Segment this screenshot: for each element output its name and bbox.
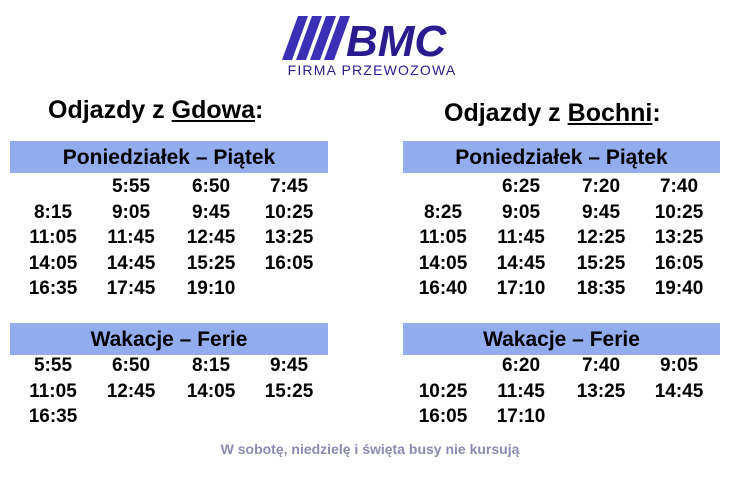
departure-time: 8:15: [33, 201, 73, 223]
departure-time: 7:20: [581, 176, 621, 197]
departure-time: 14:05: [186, 380, 236, 402]
departure-time: 15:25: [576, 252, 626, 274]
departure-time: 9:05: [659, 355, 699, 376]
departure-time: 11:05: [29, 227, 77, 248]
departure-time: 11:05: [419, 227, 467, 248]
departure-time: 16:05: [654, 252, 704, 274]
departure-time: 15:25: [186, 252, 236, 274]
departure-time: 7:40: [581, 355, 621, 376]
departure-time: 7:45: [269, 176, 309, 197]
departure-time: 6:25: [501, 176, 541, 197]
departure-time: 15:25: [264, 380, 314, 402]
company-logo: BMC FIRMA PRZEWOZOWA: [276, 14, 466, 80]
departure-time: 6:20: [501, 355, 541, 376]
departure-time: 16:35: [28, 406, 78, 427]
heading-suffix: :: [652, 99, 661, 127]
departure-time: 14:45: [496, 252, 546, 274]
departure-time: 5:55: [33, 355, 73, 376]
heading-place: Bochni: [567, 99, 653, 127]
departure-time: 9:45: [581, 201, 621, 223]
departure-time: 14:05: [28, 252, 78, 274]
departure-time: 9:05: [501, 201, 541, 223]
band-weekday-bochnia: Poniedziałek – Piątek: [403, 141, 720, 173]
band-weekday-gdow: Poniedziałek – Piątek: [10, 141, 328, 173]
departure-time: 11:45: [497, 380, 545, 402]
departure-time: 12:25: [576, 227, 626, 248]
departure-time: 17:10: [496, 406, 546, 427]
departure-time: 18:35: [576, 278, 626, 299]
departure-time: 11:45: [497, 227, 545, 248]
logo-brand-text: BMC: [346, 17, 447, 62]
departure-time: 17:45: [106, 278, 156, 299]
departure-time: 13:25: [654, 227, 704, 248]
footer-note: W sobotę, niedzielę i święta busy nie ku…: [220, 441, 520, 457]
heading-prefix: Odjazdy z: [48, 96, 172, 124]
departure-time: 17:10: [496, 278, 546, 299]
departure-time: 6:50: [111, 355, 151, 376]
departure-time: 10:25: [418, 380, 468, 402]
departure-time: 9:05: [111, 201, 151, 223]
departure-time: 19:40: [654, 278, 704, 299]
departure-time: 5:55: [111, 176, 151, 197]
departure-time: 11:45: [107, 227, 155, 248]
departure-time: 13:25: [264, 227, 314, 248]
departure-time: 14:05: [418, 252, 468, 274]
departure-time: 16:40: [418, 278, 468, 299]
band-holiday-gdow: Wakacje – Ferie: [10, 323, 328, 355]
departure-time: 14:45: [106, 252, 156, 274]
departure-time: 19:10: [186, 278, 236, 299]
heading-gdow: Odjazdy z Gdowa:: [48, 96, 263, 125]
logo-subtitle: FIRMA PRZEWOZOWA: [287, 62, 457, 78]
departure-time: 8:25: [423, 201, 463, 223]
departure-time: 14:45: [654, 380, 704, 402]
departure-time: 16:05: [264, 252, 314, 274]
departure-time: 8:15: [191, 355, 231, 376]
departure-time: 16:35: [28, 278, 78, 299]
departure-time: 9:45: [269, 355, 309, 376]
departure-time: 11:05: [29, 380, 77, 402]
heading-place: Gdowa: [171, 96, 255, 124]
logo-stripes-graphic: BMC: [282, 16, 447, 62]
departure-time: 13:25: [576, 380, 626, 402]
departure-time: 10:25: [654, 201, 704, 223]
departure-time: 16:05: [418, 406, 468, 427]
departure-time: 7:40: [659, 176, 699, 197]
heading-suffix: :: [254, 96, 264, 124]
band-holiday-bochnia: Wakacje – Ferie: [403, 323, 720, 355]
heading-prefix: Odjazdy z: [444, 99, 568, 127]
departure-time: 12:45: [186, 227, 236, 248]
heading-bochnia: Odjazdy z Bochni:: [444, 99, 661, 128]
departure-time: 9:45: [191, 201, 231, 223]
departure-time: 10:25: [264, 201, 314, 223]
departure-time: 12:45: [106, 380, 156, 402]
departure-time: 6:50: [191, 176, 231, 197]
